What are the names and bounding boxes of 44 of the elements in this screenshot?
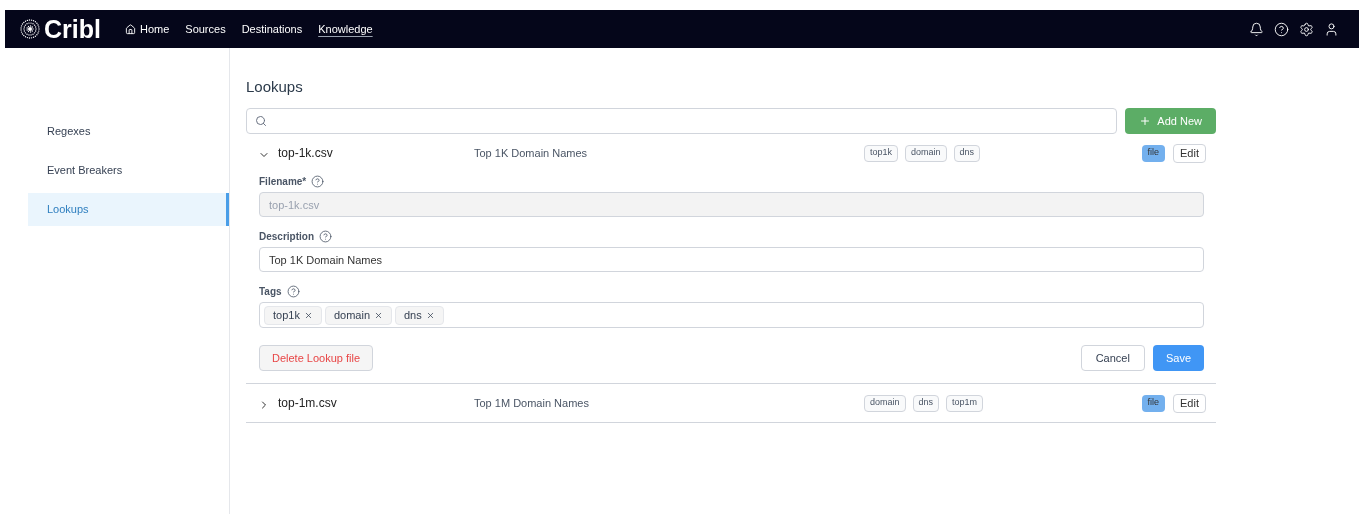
edit-button[interactable]: Edit [1173, 143, 1206, 163]
field-label: Filename* [259, 174, 307, 189]
sidebar-item[interactable]: Event Breakers [28, 154, 229, 187]
nav-link[interactable]: Destinations [241, 20, 303, 38]
settings-icon[interactable] [1299, 21, 1314, 37]
tag: domain [864, 394, 906, 412]
plus-icon [1139, 115, 1152, 127]
type-badge: file [1141, 144, 1166, 162]
nav-link[interactable]: Knowledge [318, 20, 373, 38]
lookup-description: Top 1K Domain Names [474, 145, 589, 161]
lookup-filename[interactable]: top-1m.csv [278, 394, 337, 412]
lookup-description: Top 1M Domain Names [474, 395, 590, 411]
tag-chip: dns [395, 305, 444, 325]
tags-field[interactable]: top1k domain dns [259, 302, 1204, 328]
type-badge: file [1141, 394, 1166, 412]
delete-lookup-button[interactable]: Delete Lookup file [259, 345, 374, 371]
search-field[interactable] [246, 108, 1118, 134]
notifications-icon[interactable] [1249, 21, 1264, 37]
edit-button[interactable]: Edit [1173, 393, 1206, 413]
field-label: Description [259, 229, 314, 244]
sidebar-item[interactable]: Regexes [28, 115, 229, 148]
tag-chip: domain [324, 305, 392, 325]
tag: top1m [946, 394, 984, 412]
search-icon [255, 115, 267, 127]
remove-icon[interactable] [425, 310, 435, 320]
tag: top1k [864, 144, 899, 162]
nav-link[interactable]: Home [124, 20, 170, 38]
page-title: Lookups [246, 77, 304, 96]
remove-icon[interactable] [303, 310, 313, 320]
tag-chip: top1k [264, 305, 322, 325]
sidebar-item[interactable]: Lookups [28, 193, 229, 226]
home-icon [124, 23, 136, 35]
description-field[interactable]: Top 1K Domain Names [259, 247, 1204, 272]
logo-icon [20, 19, 40, 39]
tag: dns [953, 144, 981, 162]
brand-name: Cribl [44, 16, 101, 42]
remove-icon[interactable] [374, 310, 383, 320]
lookup-filename[interactable]: top-1k.csv [278, 144, 333, 162]
user-icon[interactable] [1324, 21, 1339, 37]
field-label: Tags [259, 284, 282, 299]
tag: dns [912, 394, 940, 412]
nav-link[interactable]: Sources [185, 20, 226, 38]
cancel-button[interactable]: Cancel [1080, 345, 1145, 371]
tag: domain [905, 144, 947, 162]
